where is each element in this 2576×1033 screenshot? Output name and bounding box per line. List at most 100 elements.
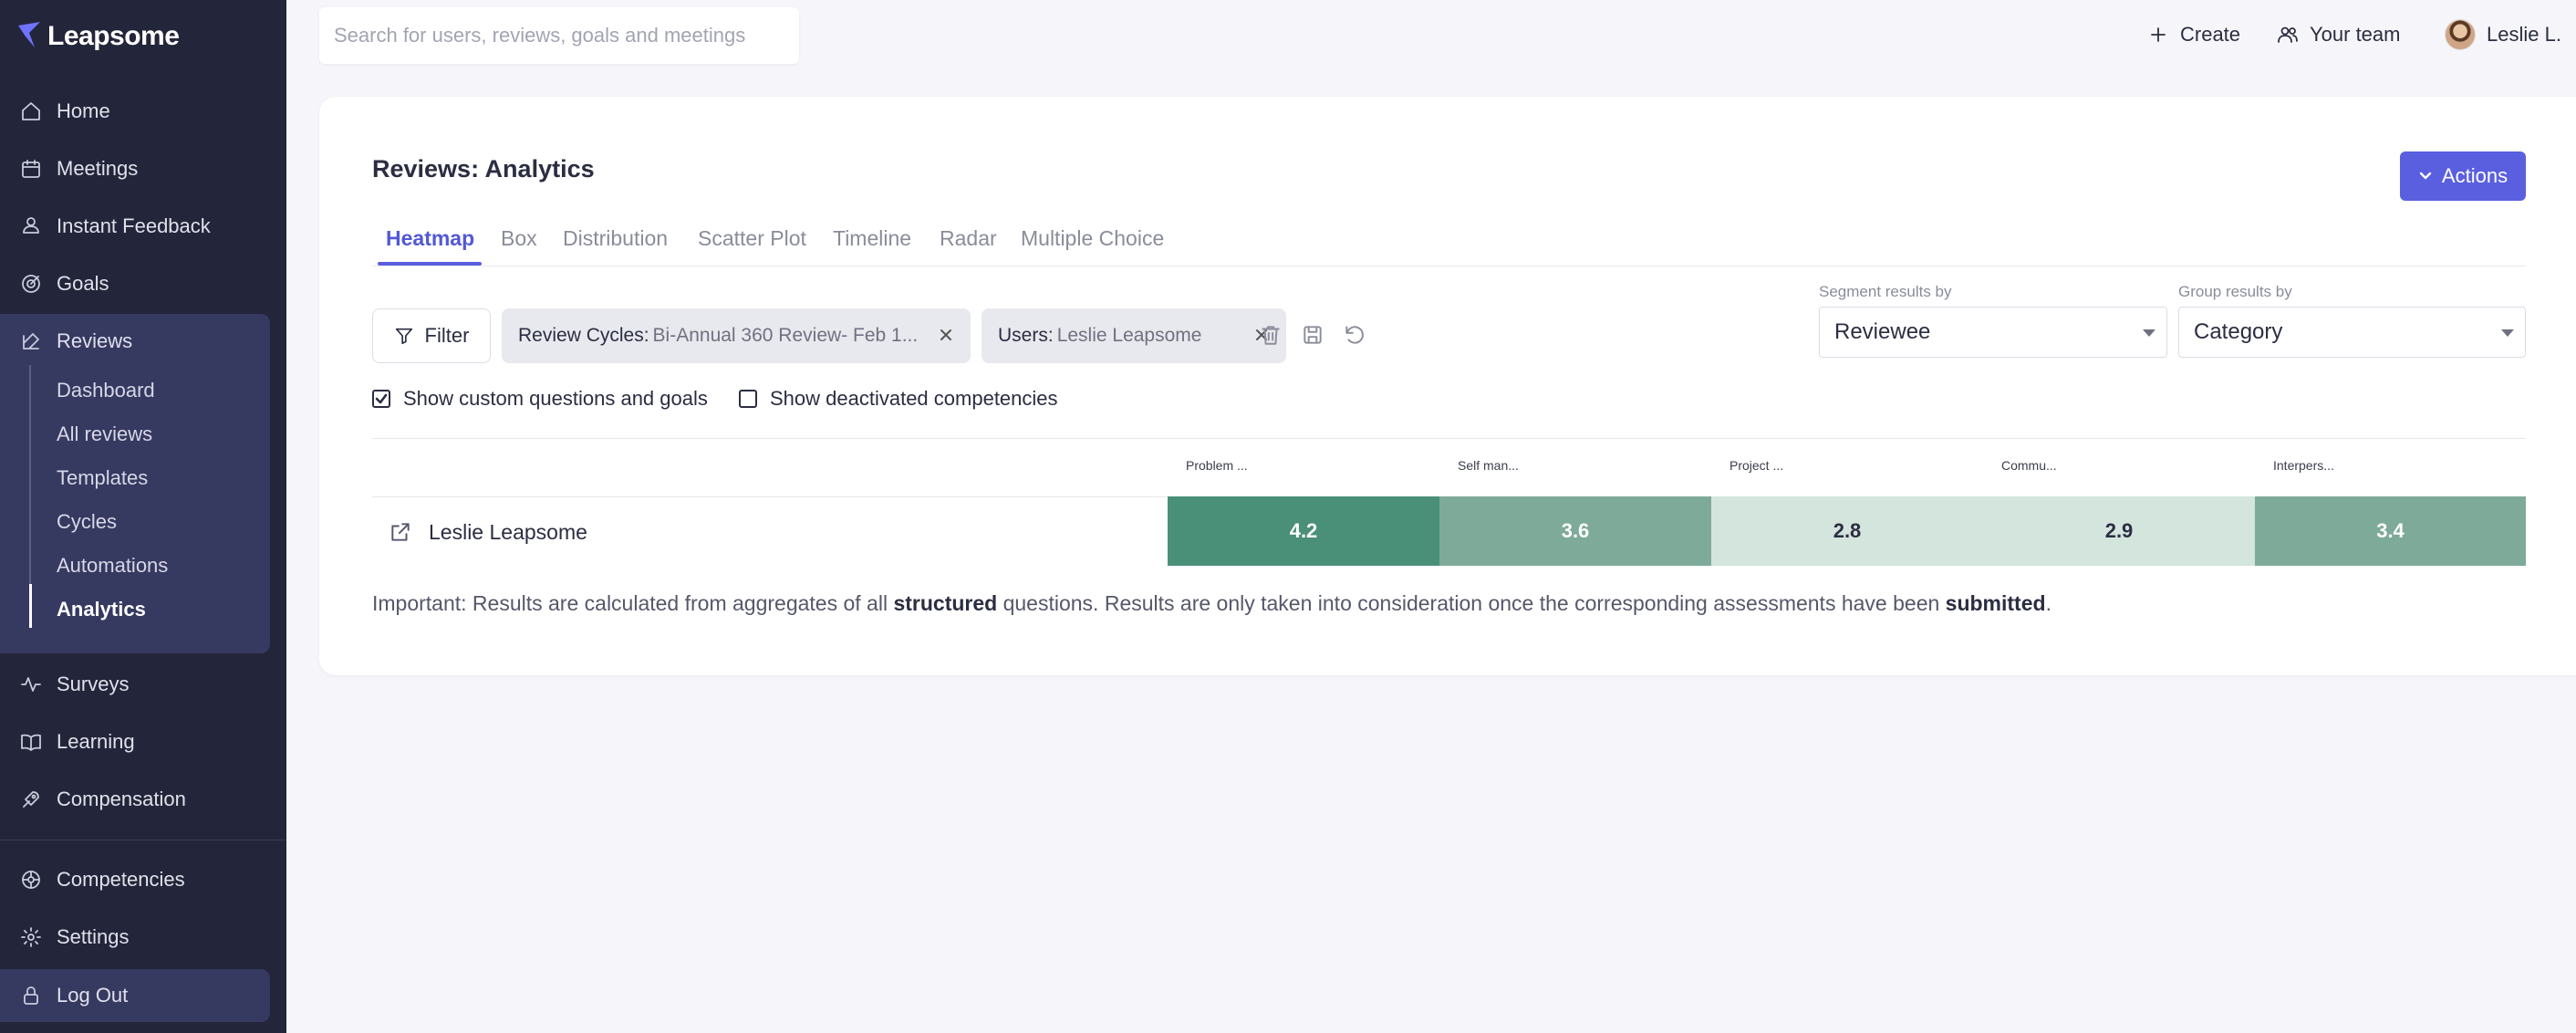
- tab-distribution[interactable]: Distribution: [563, 210, 668, 266]
- home-icon: [20, 100, 42, 122]
- note-text: questions. Results are only taken into c…: [997, 591, 1946, 615]
- sidebar-subitem-cycles[interactable]: Cycles: [57, 500, 117, 544]
- caret-down-icon: [2501, 329, 2514, 337]
- sidebar-item-label: Meetings: [57, 157, 139, 180]
- reset-icon[interactable]: [1343, 323, 1366, 347]
- page-title: Reviews: Analytics: [372, 155, 595, 183]
- sidebar: Leapsome Home Meetings Instant Feedback …: [0, 0, 286, 1033]
- caret-down-icon: [2143, 329, 2155, 337]
- sidebar-item-goals[interactable]: Goals: [0, 258, 286, 309]
- tab-heatmap[interactable]: Heatmap: [386, 210, 474, 266]
- compensation-icon: [20, 788, 42, 810]
- sidebar-item-reviews[interactable]: Reviews: [0, 316, 286, 367]
- sidebar-item-label: Settings: [57, 925, 130, 948]
- sidebar-item-label: Compensation: [57, 788, 186, 810]
- filter-chip-review-cycles[interactable]: Review Cycles: Bi-Annual 360 Review- Feb…: [502, 308, 971, 363]
- brand-logo[interactable]: Leapsome: [16, 20, 180, 53]
- results-note: Important: Results are calculated from a…: [372, 591, 2051, 616]
- tab-box[interactable]: Box: [501, 210, 537, 266]
- surveys-icon: [20, 673, 42, 695]
- competencies-icon: [20, 869, 42, 891]
- actions-button[interactable]: Actions: [2400, 151, 2526, 201]
- plus-icon: [2151, 27, 2166, 42]
- heatmap-cell[interactable]: 2.8: [1711, 496, 1983, 566]
- checkbox-unchecked[interactable]: [739, 390, 757, 408]
- tab-radar[interactable]: Radar: [940, 210, 997, 266]
- save-icon[interactable]: [1301, 323, 1324, 347]
- tab-multiple-choice[interactable]: Multiple Choice: [1021, 210, 1164, 266]
- chip-key: Users:: [998, 325, 1054, 346]
- create-button[interactable]: Create: [2147, 13, 2240, 57]
- sidebar-item-label: Log Out: [57, 984, 129, 1007]
- sidebar-item-label: Goals: [57, 272, 109, 295]
- chip-value: Leslie Leapsome: [1056, 325, 1202, 346]
- leapsome-bird-icon: [18, 22, 40, 47]
- checkbox-checked[interactable]: [372, 390, 390, 408]
- create-label: Create: [2180, 23, 2241, 46]
- brand-name: Leapsome: [47, 21, 180, 51]
- sidebar-item-home[interactable]: Home: [0, 86, 286, 137]
- sidebar-item-surveys[interactable]: Surveys: [0, 659, 286, 710]
- heatmap-cell[interactable]: 3.4: [2255, 496, 2526, 566]
- heatmap-column-header: Self man...: [1458, 458, 1519, 473]
- analytics-tabs: Heatmap Box Distribution Scatter Plot Ti…: [372, 210, 2526, 266]
- segment-value: Reviewee: [1834, 319, 1931, 344]
- your-team-button[interactable]: Your team: [2277, 13, 2400, 57]
- filter-button[interactable]: Filter: [372, 308, 491, 363]
- learning-icon: [20, 731, 42, 753]
- chip-value: Bi-Annual 360 Review- Feb 1...: [652, 325, 919, 346]
- global-search[interactable]: [319, 7, 799, 64]
- heatmap-cell[interactable]: 3.6: [1439, 496, 1711, 566]
- filter-label: Filter: [424, 324, 470, 347]
- heatmap-column-header: Problem ...: [1186, 458, 1248, 473]
- sidebar-subitem-templates[interactable]: Templates: [57, 456, 148, 500]
- team-icon: [2278, 26, 2298, 43]
- group-select[interactable]: Category: [2178, 307, 2526, 358]
- heatmap-top-divider: [372, 438, 2526, 439]
- show-custom-checkbox[interactable]: Show custom questions and goals: [372, 383, 708, 414]
- tab-timeline[interactable]: Timeline: [833, 210, 911, 266]
- note-bold: structured: [893, 591, 998, 615]
- segment-select[interactable]: Reviewee: [1819, 307, 2167, 358]
- group-value: Category: [2194, 319, 2283, 344]
- filter-icon: [395, 328, 412, 345]
- sidebar-subitem-analytics[interactable]: Analytics: [57, 588, 146, 631]
- sidebar-item-learning[interactable]: Learning: [0, 716, 286, 767]
- trash-icon[interactable]: [1259, 323, 1283, 347]
- sidebar-subitem-dashboard[interactable]: Dashboard: [57, 369, 155, 412]
- sidebar-item-settings[interactable]: Settings: [0, 912, 286, 963]
- user-name: Leslie L.: [2487, 23, 2561, 46]
- heatmap-cell[interactable]: 4.2: [1168, 496, 1439, 566]
- note-text: .: [2045, 591, 2051, 615]
- note-bold: submitted: [1945, 591, 2046, 615]
- sidebar-item-meetings[interactable]: Meetings: [0, 143, 286, 194]
- meetings-icon: [20, 158, 42, 180]
- active-tab-underline: [378, 262, 482, 266]
- sidebar-item-competencies[interactable]: Competencies: [0, 854, 286, 905]
- heatmap-column-header: Interpers...: [2273, 458, 2334, 473]
- sidebar-item-instant-feedback[interactable]: Instant Feedback: [0, 201, 286, 252]
- goals-icon: [20, 273, 42, 295]
- heatmap-row-label[interactable]: Leslie Leapsome: [389, 514, 587, 550]
- sidebar-subitem-automations[interactable]: Automations: [57, 544, 168, 588]
- checkbox-label: Show deactivated competencies: [770, 387, 1058, 410]
- your-team-label: Your team: [2310, 23, 2401, 46]
- external-link-icon[interactable]: [389, 520, 412, 544]
- show-deactivated-checkbox[interactable]: Show deactivated competencies: [739, 383, 1058, 414]
- sidebar-item-compensation[interactable]: Compensation: [0, 774, 286, 825]
- sidebar-item-logout[interactable]: Log Out: [0, 970, 286, 1021]
- filter-chip-users[interactable]: Users: Leslie Leapsome: [982, 308, 1286, 363]
- sidebar-subitem-all-reviews[interactable]: All reviews: [57, 412, 152, 456]
- checkbox-label: Show custom questions and goals: [403, 387, 708, 410]
- note-text: Important: Results are calculated from a…: [372, 591, 894, 615]
- user-menu[interactable]: Leslie L.: [2445, 13, 2561, 57]
- chip-key: Review Cycles:: [518, 325, 649, 346]
- sidebar-item-label: Surveys: [57, 673, 130, 695]
- search-input[interactable]: [334, 24, 799, 47]
- close-icon[interactable]: [936, 325, 956, 345]
- tab-scatter-plot[interactable]: Scatter Plot: [698, 210, 806, 266]
- feedback-icon: [20, 215, 42, 237]
- avatar: [2445, 19, 2476, 50]
- heatmap-cell[interactable]: 2.9: [1983, 496, 2255, 566]
- lock-icon: [20, 985, 42, 1007]
